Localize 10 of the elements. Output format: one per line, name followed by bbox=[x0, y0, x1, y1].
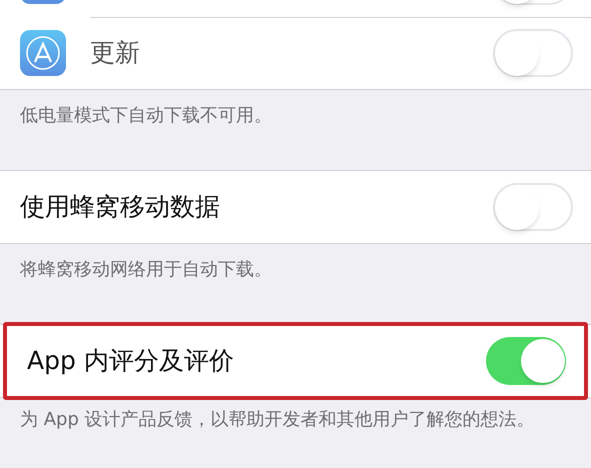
setting-label: 使用蜂窝移动数据 bbox=[20, 191, 220, 224]
footer-note: 将蜂窝移动网络用于自动下载。 bbox=[20, 258, 273, 282]
toggle-switch[interactable] bbox=[493, 183, 573, 231]
footer-note: 低电量模式下自动下载不可用。 bbox=[20, 104, 273, 128]
setting-label: App 内评分及评价 bbox=[27, 345, 234, 378]
footer-note: 为 App 设计产品反馈，以帮助开发者和其他用户了解您的想法。 bbox=[20, 408, 536, 432]
setting-label: 更新 bbox=[90, 37, 140, 70]
toggle-switch[interactable] bbox=[486, 337, 566, 385]
app-store-icon bbox=[20, 30, 66, 76]
toggle-switch[interactable] bbox=[493, 29, 573, 77]
